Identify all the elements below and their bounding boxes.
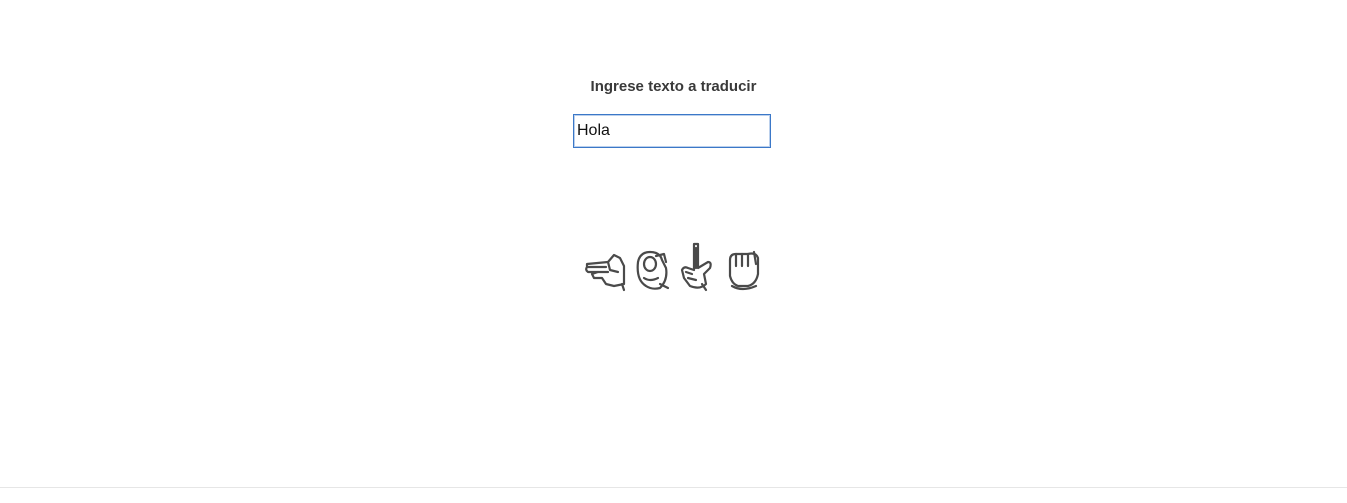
- hand-sign-o-icon: [636, 250, 670, 290]
- hand-sign-a-icon: [728, 250, 760, 291]
- hand-sign-l-icon: [680, 242, 712, 292]
- page: Ingrese texto a traducir: [0, 0, 1347, 503]
- text-input-container: [573, 114, 771, 148]
- footer-divider: [0, 487, 1347, 488]
- translate-text-input[interactable]: [573, 114, 771, 148]
- sign-language-output: [584, 238, 766, 292]
- page-title: Ingrese texto a traducir: [590, 78, 757, 95]
- hand-sign-h-icon: [585, 253, 626, 292]
